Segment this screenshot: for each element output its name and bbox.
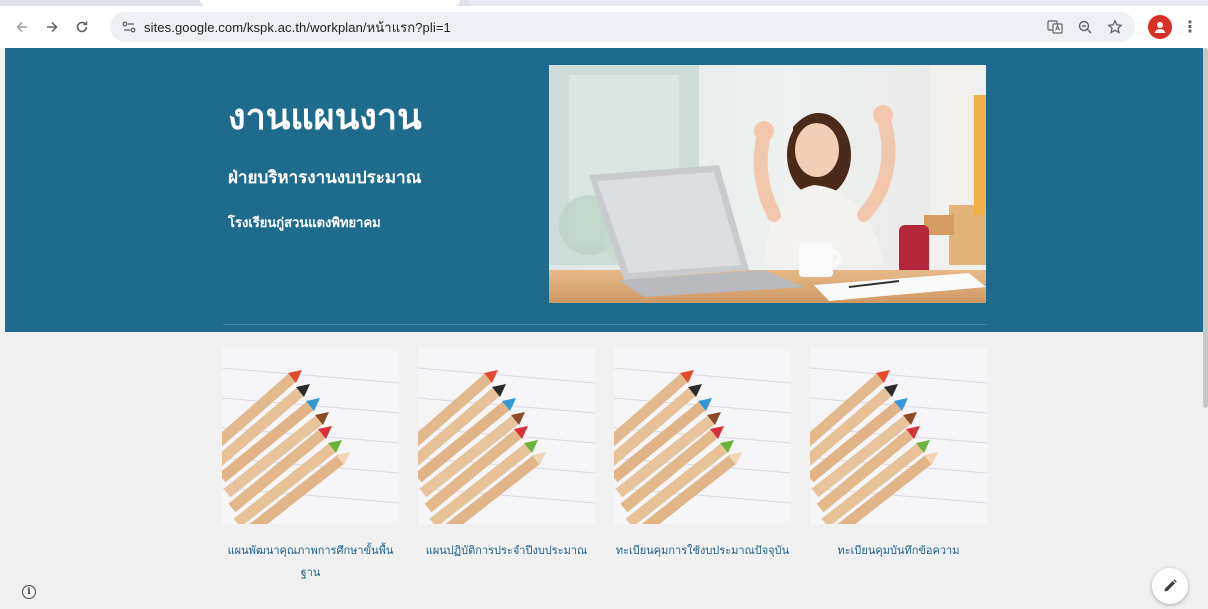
hero-divider	[223, 324, 987, 325]
info-icon[interactable]: i	[22, 585, 36, 599]
card-education-plan[interactable]: แผนพัฒนาคุณภาพการศึกษาขั้นพื้นฐาน	[222, 348, 399, 584]
hero-banner: งานแผนงาน ฝ่ายบริหารงานงบประมาณ โรงเรียน…	[5, 48, 1203, 332]
translate-icon[interactable]	[1043, 15, 1067, 39]
back-arrow-icon[interactable]	[9, 14, 35, 40]
profile-icon[interactable]	[1148, 15, 1172, 39]
card-annual-action-plan[interactable]: แผนปฏิบัติการประจำปีงบประมาณ	[418, 348, 595, 562]
card-grid: แผนพัฒนาคุณภาพการศึกษาขั้นพื้นฐาน แผนปฏิ…	[222, 348, 987, 588]
menu-dots-icon[interactable]: ⋮	[1180, 15, 1200, 39]
zoom-icon[interactable]	[1073, 15, 1097, 39]
star-icon[interactable]	[1103, 15, 1127, 39]
page-scrollbar[interactable]	[1203, 48, 1208, 609]
edit-pencil-icon[interactable]	[1152, 568, 1188, 604]
forward-arrow-icon[interactable]	[39, 14, 65, 40]
reload-icon[interactable]	[69, 14, 95, 40]
card-label[interactable]: แผนปฏิบัติการประจำปีงบประมาณ	[418, 540, 595, 562]
address-bar-actions	[1043, 12, 1127, 42]
card-image-colored-pencils[interactable]	[810, 348, 987, 524]
card-image-colored-pencils[interactable]	[222, 348, 399, 524]
browser-toolbar: sites.google.com/kspk.ac.th/workplan/หน้…	[0, 6, 1208, 48]
card-memo-register[interactable]: ทะเบียนคุมบันทึกข้อความ	[810, 348, 987, 562]
page-subtitle: ฝ่ายบริหารงานงบประมาณ	[228, 168, 422, 188]
scrollbar-thumb[interactable]	[1203, 48, 1208, 408]
card-label[interactable]: แผนพัฒนาคุณภาพการศึกษาขั้นพื้นฐาน	[222, 540, 399, 584]
school-name: โรงเรียนกู่สวนแตงพิทยาคม	[228, 216, 381, 231]
address-bar[interactable]: sites.google.com/kspk.ac.th/workplan/หน้…	[110, 12, 1135, 42]
hero-photo-woman-laptop	[549, 65, 986, 303]
card-image-colored-pencils[interactable]	[418, 348, 595, 524]
card-budget-usage-register[interactable]: ทะเบียนคุมการใช้งบประมาณปัจจุบัน	[614, 348, 791, 562]
page-title: งานแผนงาน	[228, 97, 422, 138]
url-text[interactable]: sites.google.com/kspk.ac.th/workplan/หน้…	[144, 17, 451, 38]
card-image-colored-pencils[interactable]	[614, 348, 791, 524]
site-info-icon[interactable]	[114, 12, 144, 42]
card-label[interactable]: ทะเบียนคุมการใช้งบประมาณปัจจุบัน	[614, 540, 791, 562]
card-label[interactable]: ทะเบียนคุมบันทึกข้อความ	[810, 540, 987, 562]
